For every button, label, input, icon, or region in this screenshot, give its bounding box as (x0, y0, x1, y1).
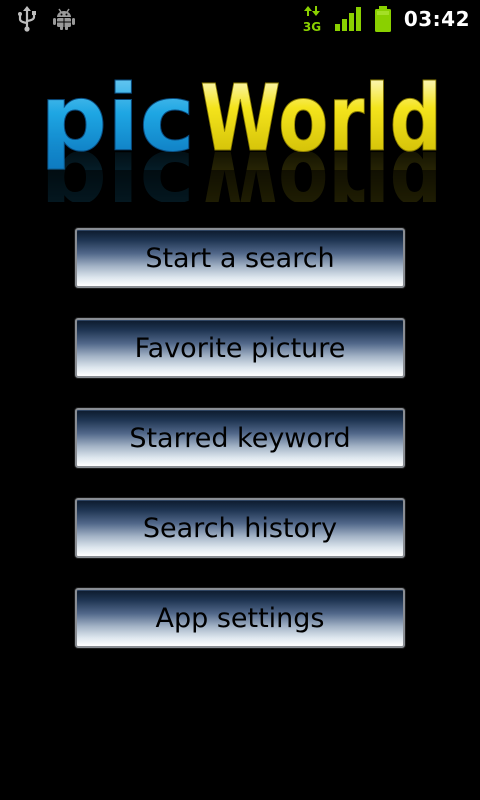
battery-icon (374, 6, 391, 32)
system-icons: 3G 03:42 (302, 4, 470, 34)
network-type-label: 3G (303, 20, 321, 33)
start-search-label: Start a search (145, 242, 335, 274)
usb-icon (18, 6, 36, 32)
main-menu: Start a search Favorite picture Starred … (75, 228, 405, 678)
android-debug-icon (53, 8, 75, 30)
start-search-button[interactable]: Start a search (75, 228, 405, 288)
app-settings-label: App settings (155, 602, 325, 634)
data-transfer-icon: 3G (303, 6, 321, 33)
status-bar: 3G 03:42 (0, 0, 480, 38)
signal-icon (334, 7, 361, 31)
search-history-button[interactable]: Search history (75, 498, 405, 558)
status-clock: 03:42 (403, 7, 470, 31)
app-settings-button[interactable]: App settings (75, 588, 405, 648)
starred-keyword-label: Starred keyword (129, 422, 351, 454)
starred-keyword-button[interactable]: Starred keyword (75, 408, 405, 468)
favorite-picture-label: Favorite picture (134, 332, 346, 364)
app-logo: pic World pic World (40, 62, 445, 202)
search-history-label: Search history (142, 512, 338, 544)
favorite-picture-button[interactable]: Favorite picture (75, 318, 405, 378)
notification-icons (16, 6, 76, 32)
